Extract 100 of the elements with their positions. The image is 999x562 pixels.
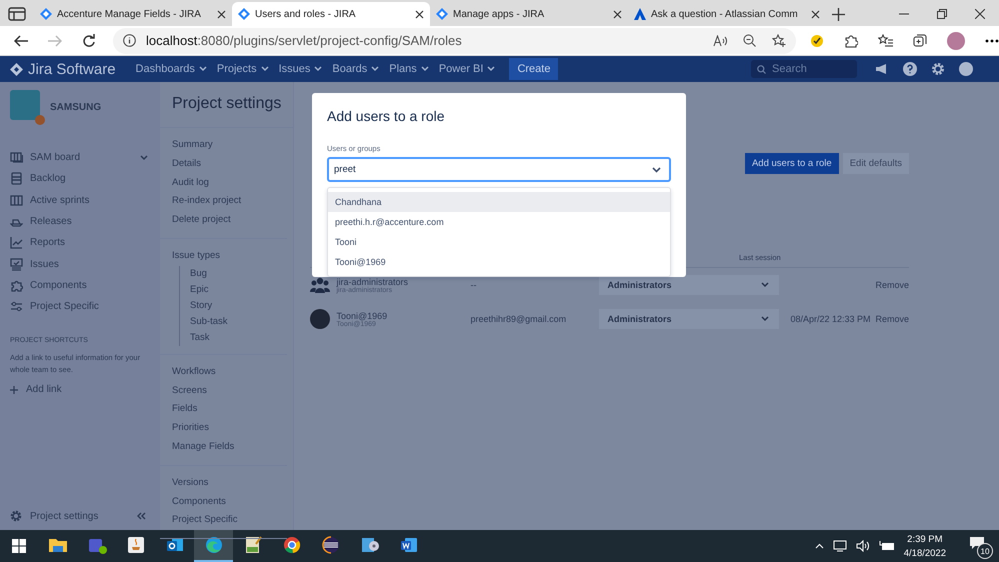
nav-link[interactable]: Issue types [172,246,276,266]
edit-defaults-button[interactable]: Edit defaults [842,153,909,174]
caret-icon [487,66,496,72]
nav-link[interactable]: Bug [190,266,276,282]
sidebar-item[interactable]: Backlog [10,168,160,190]
users-field[interactable]: preet [327,157,671,182]
browser-tab[interactable]: Accenture Manage Fields - JIRA [34,2,232,26]
nav-link[interactable]: Priorities [172,419,276,438]
role-select[interactable]: Administrators [599,275,780,295]
settings-icon[interactable] [931,62,945,76]
clock-date[interactable]: 4/18/2022 [904,548,946,558]
add-users-button[interactable]: Add users to a role [744,153,839,174]
favorites-list-icon[interactable] [878,34,893,47]
chevron-icon[interactable] [652,166,661,172]
network-icon[interactable] [832,540,847,552]
nav-link[interactable]: Project Specific [172,511,276,530]
browser-tab[interactable]: Ask a question - Atlassian Comm [628,2,826,26]
notifications-button[interactable]: 10 [969,536,991,556]
more-icon[interactable] [985,38,999,42]
plus-icon[interactable] [832,8,845,21]
clock-time[interactable]: 2:39 PM [907,534,943,544]
dropdown-option[interactable]: preethi.h.r@accenture.com [328,212,670,232]
group-icon [310,276,330,294]
eclipse-app-icon[interactable] [320,534,342,556]
nav-link[interactable]: Epic [190,282,276,298]
nav-link[interactable]: Versions [172,474,276,493]
project-name[interactable]: SAMSUNG [50,102,102,113]
remove-link[interactable]: Remove [875,314,909,324]
browser-tab[interactable]: Manage apps - JIRA [430,2,628,26]
nav-link[interactable]: Summary [172,136,276,155]
nav-menu[interactable]: Projects [216,63,269,75]
nav-link[interactable]: Details [172,154,276,174]
app-logo-text[interactable]: Jira Software [28,60,116,78]
sidebar-item[interactable]: Releases [10,210,160,232]
nav-link[interactable]: Audit log [172,174,276,192]
sidebar-item[interactable]: Reports [10,232,160,254]
battery-icon[interactable] [878,541,895,551]
caret-icon [761,282,770,288]
avatar-icon[interactable] [947,32,965,50]
refresh-icon[interactable] [82,34,95,47]
badge-icon [35,115,45,125]
role-select[interactable]: Administrators [599,309,780,329]
settings-icon [10,510,22,522]
create-button[interactable]: Create [509,58,558,80]
checkmark-icon[interactable] [810,34,824,48]
tab-actions-icon[interactable] [8,7,26,21]
remove-link[interactable]: Remove [875,280,909,290]
address-field[interactable]: localhost:8080/plugins/servlet/project-config/SAM/roles [113,28,796,54]
user-avatar-icon[interactable] [959,62,973,76]
info-icon[interactable] [123,34,136,47]
nav-link[interactable]: Screens [172,382,276,400]
close-icon[interactable] [811,10,820,18]
close-icon[interactable] [613,10,622,18]
volume-icon[interactable] [856,540,870,552]
windows-start-icon[interactable] [12,539,26,553]
nav-menu[interactable]: Plans [389,63,429,75]
sidebar-item[interactable]: Components [10,274,160,296]
nav-link[interactable]: Manage Fields [172,438,276,457]
caret-icon[interactable] [140,154,148,161]
nav-link[interactable]: Task [190,330,276,346]
nav-link[interactable]: Delete project [172,211,276,230]
sidebar-item[interactable]: Issues [10,253,160,275]
nav-menu[interactable]: Power BI [438,63,496,75]
nav-menu[interactable]: Issues [278,63,322,75]
restore-icon[interactable] [937,9,947,19]
sidebar-item[interactable]: Active sprints [10,190,160,211]
nav-link[interactable]: Fields [172,400,276,420]
nav-menu[interactable]: Dashboards [136,63,207,75]
search-field[interactable]: Search [751,60,857,78]
email-text: preethihr89@gmail.com [470,314,568,324]
dropdown-option[interactable]: Tooni [328,232,670,252]
sidebar-item[interactable]: Project settings [10,510,160,522]
collapse-icon[interactable] [136,512,146,520]
chevron-up-icon[interactable] [814,543,824,549]
nav-link[interactable]: Workflows [172,362,276,382]
dropdown-option[interactable]: Tooni@1969 [328,252,670,272]
dropdown-option[interactable]: Chandhana [328,192,670,212]
back-arrow-icon[interactable] [14,34,28,46]
sidebar-item[interactable]: SAM board [10,147,160,168]
nav-link[interactable]: Re-index project [172,192,276,212]
caret-icon [761,316,770,322]
zoom-out-icon[interactable] [743,34,756,47]
jira-logo-icon[interactable] [10,62,23,76]
sidebar-item[interactable]: Project Specific [10,296,160,318]
close-icon[interactable] [415,10,424,18]
favorite-star-icon[interactable] [772,34,786,47]
sliders-icon [10,300,23,314]
puzzle-icon[interactable] [844,34,858,48]
add-link[interactable]: Add link [10,384,160,396]
close-icon[interactable] [217,10,226,18]
nav-link[interactable]: Components [172,492,276,512]
nav-link[interactable]: Sub-task [190,314,276,330]
megaphone-icon[interactable] [875,63,889,75]
close-icon[interactable] [975,9,985,19]
help-icon[interactable] [903,62,917,76]
nav-menu[interactable]: Boards [332,63,380,75]
collections-icon[interactable] [913,34,927,48]
browser-tab[interactable]: Users and roles - JIRA [232,2,430,26]
nav-link[interactable]: Story [190,298,276,314]
read-aloud-icon[interactable] [713,34,727,46]
